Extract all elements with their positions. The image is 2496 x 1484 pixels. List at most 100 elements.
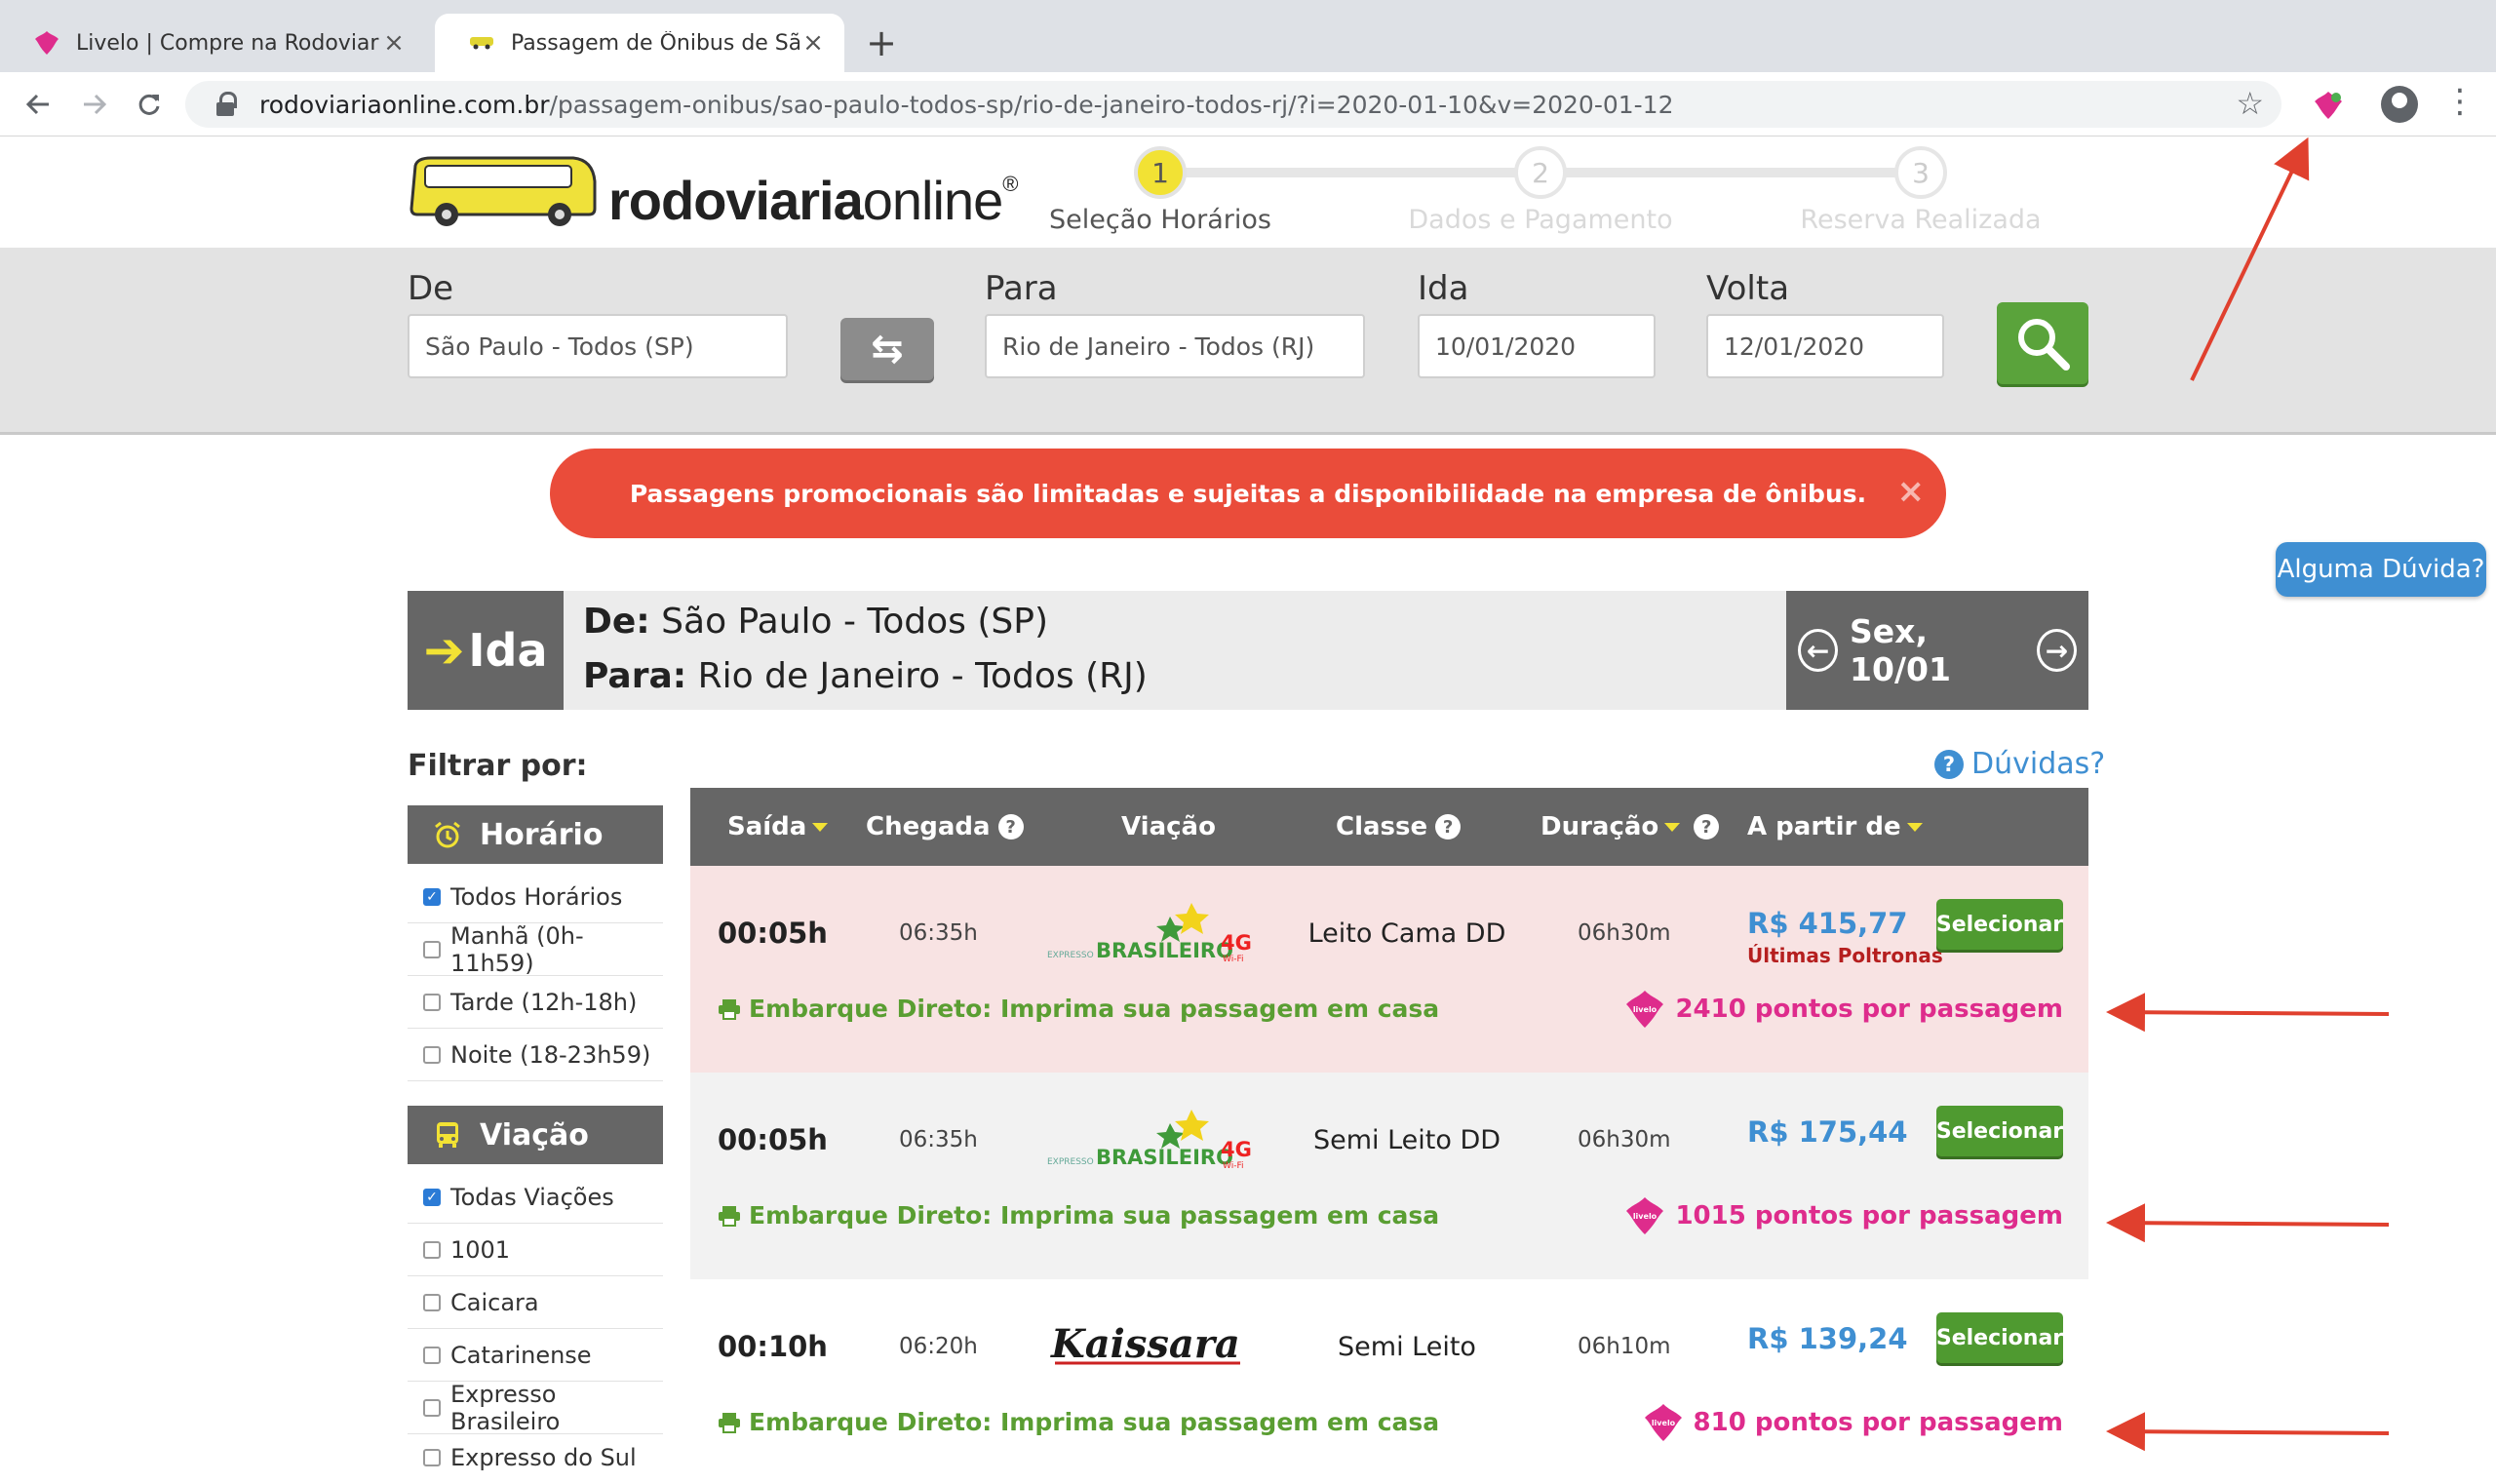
step-3: 3 Reserva Realizada [1774,146,2067,235]
sort-duration[interactable]: Duração? [1540,788,1720,866]
column-carrier: Viação [1121,812,1216,841]
filter-checkbox[interactable]: ✓ Todas Viações [408,1172,663,1224]
next-day-icon[interactable]: → [2037,629,2078,672]
arrival-time: 06:35h [899,1127,978,1152]
depart-label: Ida [1418,269,1469,308]
swap-icon[interactable]: ⇆ [840,318,934,380]
seat-class: Semi Leito [1338,1332,1476,1362]
filter-checkbox[interactable]: Noite (18-23h59) [408,1030,663,1081]
filter-checkbox[interactable]: ✓ Todos Horários [408,872,663,923]
svg-text:BRASILEIRO: BRASILEIRO [1096,1146,1233,1169]
arrival-time: 06:35h [899,920,978,946]
filter-checkbox[interactable]: Caicara [408,1277,663,1329]
table-row: 00:05h 06:35h EXPRESSO BRASILEIRO 4G Wi-… [690,866,2088,1073]
browser-tabstrip: Livelo | Compre na Rodoviaria Online × P… [0,0,2496,72]
date-navigator: ← Sex, 10/01 → [1786,591,2088,710]
question-icon[interactable]: ? [1435,814,1462,840]
select-button[interactable]: Selecionar [1936,1106,2063,1156]
logo-wordmark: rodoviariaonline® [608,170,1018,231]
trip-duration: 06h30m [1578,1127,1671,1152]
annotation-arrow-row-1 [2106,993,2390,1033]
printer-icon [719,998,740,1020]
to-label: Para [985,269,1058,308]
availability-note: Últimas Poltronas [1747,944,1943,967]
url-path: /passagem-onibus/sao-paulo-todos-sp/rio-… [549,90,1674,119]
question-icon: ? [1934,749,1964,779]
address-bar[interactable]: rodoviariaonline.com.br/passagem-onibus/… [185,81,2282,128]
time-filter-heading[interactable]: Horário [408,805,663,864]
svg-text:Wi-Fi: Wi-Fi [1223,1161,1243,1171]
site-header: rodoviariaonline® 1 Seleção Horários 2 D… [0,137,2496,248]
svg-text:livelo: livelo [1651,1419,1675,1427]
arrow-right-icon: ➔ [423,622,465,679]
livelo-badge-icon: livelo [1626,1197,1664,1234]
departure-time: 00:05h [718,917,828,950]
close-icon[interactable]: × [1897,472,1926,511]
question-icon[interactable]: ? [1694,814,1720,840]
tab-title: Livelo | Compre na Rodoviaria Online [76,30,380,56]
from-input[interactable]: São Paulo - Todos (SP) [408,314,788,378]
annotation-arrow-row-3 [2106,1412,2390,1452]
direct-boarding-note: Embarque Direto: Imprima sua passagem em… [718,1201,1439,1230]
search-bar: De São Paulo - Todos (SP) ⇆ Para Rio de … [0,248,2496,435]
trip-duration: 06h10m [1578,1334,1671,1359]
search-icon [2018,319,2070,371]
filter-checkbox[interactable]: 1001 [408,1225,663,1276]
back-arrow-icon[interactable] [18,84,58,125]
question-icon[interactable]: ? [997,814,1024,840]
livelo-points: livelo 810 pontos por passagem [1643,1402,2063,1443]
direct-boarding-note: Embarque Direto: Imprima sua passagem em… [718,1408,1439,1436]
profile-icon[interactable] [2381,86,2418,123]
depart-date-input[interactable]: 10/01/2020 [1418,314,1656,378]
new-tab-button[interactable]: + [862,21,901,64]
return-date-input[interactable]: 12/01/2020 [1706,314,1944,378]
return-label: Volta [1706,269,1790,308]
browser-toolbar: rodoviariaonline.com.br/passagem-onibus/… [0,72,2496,137]
tab-livelo[interactable]: Livelo | Compre na Rodoviaria Online × [0,14,425,72]
carrier-filter-heading[interactable]: Viação [408,1106,663,1164]
help-chat-button[interactable]: Alguma Dúvida? [2276,542,2486,597]
svg-text:EXPRESSO: EXPRESSO [1047,1157,1094,1167]
results-table-header: Saída Chegada? Viação Classe? Duração? A… [690,788,2088,866]
search-button[interactable] [1997,302,2088,384]
svg-text:4G: 4G [1221,931,1252,955]
sort-price[interactable]: A partir de [1747,788,1923,866]
promo-text: Passagens promocionais são limitadas e s… [629,479,1867,508]
site-logo[interactable]: rodoviariaonline® [408,154,1018,231]
help-link[interactable]: ? Dúvidas? [1934,747,2105,781]
sort-departure[interactable]: Saída [727,788,829,866]
bus-logo-icon [410,156,597,226]
printer-icon [719,1412,740,1433]
forward-arrow-icon[interactable] [74,84,115,125]
svg-text:EXPRESSO: EXPRESSO [1047,951,1094,960]
previous-day-icon[interactable]: ← [1798,629,1839,672]
expresso-brasileiro-logo: EXPRESSO BRASILEIRO 4G Wi-Fi [1045,895,1260,965]
url-host: rodoviariaonline.com.br [259,90,550,119]
to-input[interactable]: Rio de Janeiro - Todos (RJ) [985,314,1365,378]
filter-checkbox[interactable]: Expresso do Sul [408,1431,663,1483]
reload-icon[interactable] [129,84,170,125]
select-button[interactable]: Selecionar [1936,1312,2063,1363]
direct-boarding-note: Embarque Direto: Imprima sua passagem em… [718,995,1439,1023]
svg-text:Kaissara: Kaissara [1050,1321,1240,1367]
filter-checkbox[interactable]: Tarde (12h-18h) [408,977,663,1029]
departure-time: 00:05h [718,1123,828,1156]
arrival-time: 06:20h [899,1334,978,1359]
price: R$ 139,24 [1747,1322,1908,1355]
tab-close-icon[interactable]: × [800,28,827,58]
select-button[interactable]: Selecionar [1936,899,2063,950]
star-icon[interactable]: ☆ [2236,85,2264,122]
livelo-badge-icon: livelo [1644,1404,1682,1441]
tab-close-icon[interactable]: × [380,28,408,58]
filter-checkbox[interactable]: Expresso Brasileiro [408,1381,663,1435]
trip-header: ➔ Ida De: São Paulo - Todos (SP) Para: R… [408,591,2088,710]
livelo-favicon-icon [33,29,60,57]
menu-icon[interactable]: ⋮ [2443,82,2476,121]
direction-badge: ➔ Ida [408,591,564,710]
filter-checkbox[interactable]: Manhã (0h-11h59) [408,922,663,977]
column-arrival: Chegada? [866,788,1024,866]
livelo-extension-icon[interactable] [2307,84,2350,127]
filter-checkbox[interactable]: Catarinense [408,1330,663,1382]
step-1: 1 Seleção Horários [1014,146,1306,235]
tab-rodoviaria[interactable]: Passagem de Ônibus de São Paulo × [435,14,844,72]
